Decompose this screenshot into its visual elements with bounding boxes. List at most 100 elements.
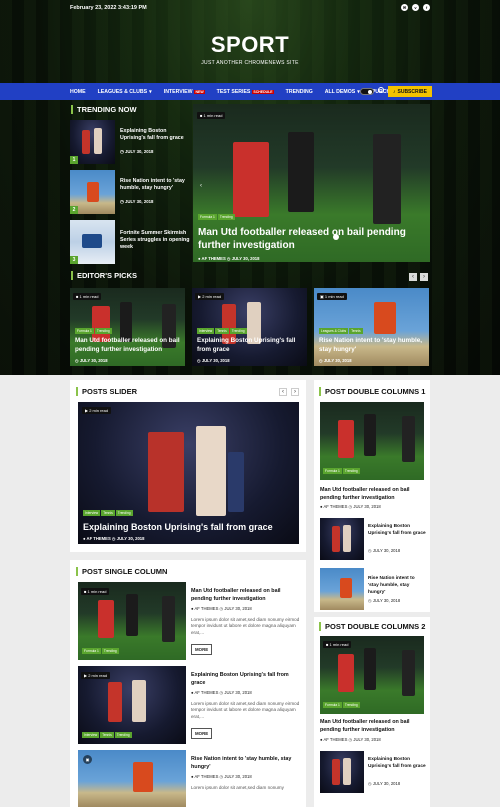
category-tag[interactable]: Leagues & Clubs <box>319 328 349 334</box>
post-title[interactable]: Rise Nation intent to 'stay humble, stay… <box>120 178 190 192</box>
site-branding: SPORT JUST ANOTHER CHROMENEWS SITE <box>0 32 500 66</box>
dark-mode-toggle[interactable] <box>360 88 374 95</box>
category-tag[interactable]: Tennis <box>349 328 363 334</box>
nav-interview[interactable]: INTERVIEW NEW <box>164 89 205 95</box>
post-title[interactable]: Explaining Boston Uprising's fall from g… <box>191 671 301 687</box>
category-tag[interactable]: Formula 1 <box>82 648 101 654</box>
boxer-figure <box>332 526 340 552</box>
boxer-figure <box>148 432 184 512</box>
mail-icon[interactable]: ✉ <box>401 4 408 11</box>
category-tag[interactable]: Trending <box>115 510 133 516</box>
category-tag[interactable]: Trending <box>342 702 360 708</box>
chevron-right-icon[interactable]: › <box>420 273 428 281</box>
nav-trending[interactable]: TRENDING <box>286 89 313 95</box>
category-tag[interactable]: Trending <box>94 328 112 334</box>
editors-picks-title: EDITOR'S PICKS <box>71 271 137 280</box>
nav-label: INTERVIEW <box>163 88 193 95</box>
category-tag[interactable]: Trending <box>342 468 360 474</box>
more-button[interactable]: MORE <box>191 644 213 655</box>
nav-leagues-clubs[interactable]: LEAGUES & CLUBS ▾ <box>98 89 152 95</box>
category-tag[interactable]: Tennis <box>215 328 229 334</box>
date-text: JULY 30, 2018 <box>372 548 401 553</box>
post-thumbnail[interactable]: 1 <box>70 120 115 164</box>
player-figure <box>364 648 376 690</box>
subscribe-button[interactable]: ♪ SUBSCRIBE <box>388 86 432 97</box>
post-title[interactable]: Man Utd footballer released on bail pend… <box>191 587 301 603</box>
trending-item[interactable]: 2 Rise Nation intent to 'stay humble, st… <box>70 170 190 216</box>
author-name[interactable]: AF THEMES <box>323 504 347 509</box>
post-thumbnail[interactable] <box>320 518 364 560</box>
chevron-right-icon[interactable]: › <box>291 388 299 396</box>
chevron-left-icon[interactable]: ‹ <box>279 388 287 396</box>
nav-test-series[interactable]: TEST SERIES SCHEDULE <box>217 89 274 95</box>
category-tags: Formula 1 Trending <box>198 214 235 220</box>
trending-item[interactable]: 1 Explaining Boston Uprising's fall from… <box>70 120 190 166</box>
slider-post-title[interactable]: Explaining Boston Uprising's fall from g… <box>83 522 298 532</box>
date-text: JULY 30, 2018 <box>79 358 108 363</box>
category-tag[interactable]: Tennis <box>100 732 114 738</box>
trending-item[interactable]: 3 Fortnite Summer Skirmish Series strugg… <box>70 220 190 266</box>
post-thumbnail[interactable]: 3 <box>70 220 115 264</box>
post-title[interactable]: Man Utd footballer released on bail pend… <box>320 486 426 502</box>
category-tag[interactable]: Trending <box>229 328 247 334</box>
category-tag[interactable]: Interview <box>197 328 215 334</box>
vimeo-icon[interactable]: v <box>412 4 419 11</box>
post-thumbnail[interactable] <box>320 751 364 793</box>
post-title[interactable]: Rise Nation intent to 'stay humble, stay… <box>368 575 426 596</box>
post-title[interactable]: Explaining Boston Uprising's fall from g… <box>120 128 190 142</box>
post-title[interactable]: Explaining Boston Uprising's fall from g… <box>368 756 426 770</box>
nav-home[interactable]: HOME <box>70 89 86 95</box>
category-tag[interactable]: Formula 1 <box>198 214 217 220</box>
boxer-figure <box>108 682 122 722</box>
author-name[interactable]: AF THEMES <box>194 606 218 611</box>
nav-all-demos[interactable]: ALL DEMOS ▾ <box>325 89 360 95</box>
category-tag[interactable]: Formula 1 <box>323 702 342 708</box>
category-tag[interactable]: Formula 1 <box>323 468 342 474</box>
post-meta: ● AF THEMES ◷ JULY 30, 2018 <box>198 256 259 261</box>
boxer-figure <box>343 758 351 785</box>
search-icon[interactable] <box>378 87 384 93</box>
date-text: JULY 30, 2018 <box>231 256 260 261</box>
editors-pick-card[interactable]: ▶ 2 min read Interview Tennis Trending E… <box>192 288 307 366</box>
category-tag[interactable]: Interview <box>82 732 100 738</box>
featured-title[interactable]: Man Utd footballer released on bail pend… <box>198 226 423 252</box>
author-name[interactable]: AF THEMES <box>323 737 347 742</box>
category-tag[interactable]: Trending <box>114 732 132 738</box>
post-thumbnail[interactable]: 2 <box>70 170 115 214</box>
read-time-badge: ■ 1 min read <box>323 641 352 648</box>
rank-number: 3 <box>70 256 78 264</box>
post-title[interactable]: Rise Nation intent to 'stay humble, stay… <box>191 755 301 771</box>
post-title[interactable]: Explaining Boston Uprising's fall from g… <box>368 523 426 537</box>
gallery-icon: ▣ <box>83 755 92 764</box>
post-title[interactable]: Man Utd footballer released on bail pend… <box>75 336 183 354</box>
facebook-icon[interactable]: f <box>423 4 430 11</box>
editors-pick-card[interactable]: ■ 1 min read Formula 1 Trending Man Utd … <box>70 288 185 366</box>
double-columns-2-panel: POST DOUBLE COLUMNS 2 ■ 1 min read Formu… <box>314 617 430 807</box>
post-title[interactable]: Man Utd footballer released on bail pend… <box>320 718 426 734</box>
category-tag[interactable]: Formula 1 <box>75 328 94 334</box>
chevron-left-icon[interactable]: ‹ <box>409 273 417 281</box>
category-tags: Formula 1 Trending <box>82 648 119 654</box>
post-thumbnail[interactable]: ▣ <box>78 750 186 807</box>
post-title[interactable]: Fortnite Summer Skirmish Series struggle… <box>120 230 190 251</box>
category-tag[interactable]: Interview <box>83 510 101 516</box>
author-name[interactable]: AF THEMES <box>194 690 218 695</box>
author-name[interactable]: AF THEMES <box>194 774 218 779</box>
author-name[interactable]: AF THEMES <box>87 536 111 541</box>
chevron-left-icon[interactable]: ‹ <box>197 182 205 190</box>
post-title[interactable]: Explaining Boston Uprising's fall from g… <box>197 336 305 354</box>
post-thumbnail[interactable] <box>320 568 364 610</box>
date-text: JULY 30, 2018 <box>124 199 154 204</box>
category-tag[interactable]: Tennis <box>101 510 115 516</box>
site-title[interactable]: SPORT <box>0 32 500 58</box>
editors-pick-card[interactable]: ▣ 1 min read Leagues & Clubs Tennis Rise… <box>314 288 429 366</box>
more-button[interactable]: MORE <box>191 728 213 739</box>
featured-post[interactable]: ■ 1 min read Formula 1 Trending Man Utd … <box>193 104 430 262</box>
author-name[interactable]: AF THEMES <box>202 256 226 261</box>
category-tag[interactable]: Trending <box>101 648 119 654</box>
boxer-figure <box>196 426 226 516</box>
snowmobile-figure <box>82 234 102 248</box>
category-tag[interactable]: Trending <box>217 214 235 220</box>
read-time-badge: ▶ 2 min read <box>81 672 111 679</box>
post-title[interactable]: Rise Nation intent to 'stay humble, stay… <box>319 336 427 354</box>
